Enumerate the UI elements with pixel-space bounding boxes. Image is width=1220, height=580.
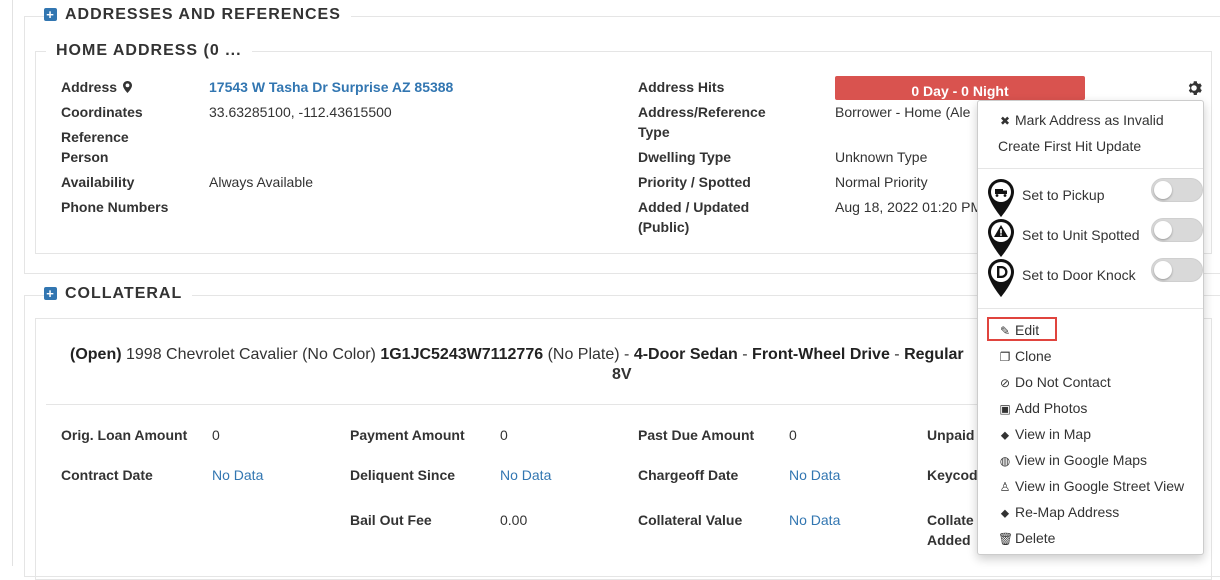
create-first-hit-update-menu-item[interactable]: Create First Hit Update [998,136,1141,156]
menu-divider [978,168,1203,169]
do-not-contact-menu-item[interactable]: ⊘ Do Not Contact [998,372,1111,393]
expand-plus-icon[interactable]: + [44,8,57,21]
edit-highlight-box [987,317,1057,341]
address-actions-menu: ✖ Mark Address as Invalid Create First Hi… [977,100,1204,555]
vehicle-summary: (Open) 1998 Chevrolet Cavalier (No Color… [70,346,964,363]
menu-divider [978,308,1203,309]
set-to-door-knock-toggle[interactable] [1151,258,1203,282]
address-label: Address [61,77,132,97]
chargeoff-date-label: Chargeoff Date [638,467,739,483]
set-to-door-knock-label: Set to Door Knock [1022,267,1136,283]
address-hits-badge: 0 Day - 0 Night [835,76,1085,100]
collateral-value-label: Collateral Value [638,512,743,528]
collateral-section-title[interactable]: + COLLATERAL [44,285,193,303]
gear-icon[interactable] [1186,80,1202,96]
set-to-unit-spotted-label: Set to Unit Spotted [1022,227,1140,243]
map-marker-icon [122,81,132,93]
photo-icon: ▣ [999,402,1011,416]
set-to-unit-spotted-toggle[interactable] [1151,218,1203,242]
contract-date-label: Contract Date [61,467,153,483]
reference-person-label: Reference Person [61,129,129,165]
globe-icon: ◍ [999,454,1011,468]
added-updated-value: Aug 18, 2022 01:20 PM [835,199,983,215]
unpaid-label: Unpaid [927,427,975,443]
set-to-pickup-toggle[interactable] [1151,178,1203,202]
orig-loan-amount-value: 0 [212,427,220,443]
orig-loan-amount-label: Orig. Loan Amount [61,427,188,443]
dwelling-type-value: Unknown Type [835,149,928,165]
deliquent-since-value[interactable]: No Data [500,465,551,485]
payment-amount-value: 0 [500,427,508,443]
phone-numbers-label: Phone Numbers [61,199,169,215]
view-in-map-menu-item[interactable]: ⬥ View in Map [998,424,1091,445]
view-in-google-street-view-menu-item[interactable]: ♙ View in Google Street View [998,476,1185,497]
dwelling-type-label: Dwelling Type [638,149,732,165]
added-updated-label: Added / Updated (Public) [638,199,750,235]
keycode-label: Keycod [927,467,978,483]
warning-pin-icon [988,219,1014,257]
contract-date-value[interactable]: No Data [212,465,263,485]
map-marker-icon: ⬥ [1000,428,1010,442]
door-pin-icon [988,259,1014,297]
collateral-added-label: Collate Added [927,512,974,548]
left-rule [12,0,13,566]
set-to-pickup-label: Set to Pickup [1022,187,1105,203]
bail-out-fee-label: Bail Out Fee [350,512,432,528]
set-to-pickup-row[interactable]: Set to Pickup [982,178,1203,218]
clone-icon: ❐ [999,350,1011,364]
truck-pin-icon [988,179,1014,217]
clone-menu-item[interactable]: ❐ Clone [998,346,1052,367]
delete-menu-item[interactable]: 🗑 Delete [998,528,1055,549]
street-view-icon: ♙ [999,480,1011,494]
address-reference-type-value: Borrower - Home (Ale [835,104,971,120]
trash-icon: 🗑 [998,532,1014,546]
chargeoff-date-value[interactable]: No Data [789,465,840,485]
addresses-section-title[interactable]: + ADDRESSES AND REFERENCES [44,6,351,24]
add-photos-menu-item[interactable]: ▣ Add Photos [998,398,1087,419]
coordinates-value: 33.63285100, -112.43615500 [209,104,392,120]
vehicle-summary-line2: 8V [612,366,632,383]
address-hits-label: Address Hits [638,79,725,95]
collateral-value-value[interactable]: No Data [789,510,840,530]
coordinates-label: Coordinates [61,104,143,120]
bail-out-fee-value: 0.00 [500,512,528,528]
re-map-address-menu-item[interactable]: ⬥ Re-Map Address [998,502,1119,523]
home-address-title: HOME ADDRESS (0 ... [46,42,252,60]
ban-icon: ⊘ [999,376,1011,390]
past-due-amount-value: 0 [789,427,797,443]
view-in-google-maps-menu-item[interactable]: ◍ View in Google Maps [998,450,1147,471]
priority-spotted-value: Normal Priority [835,174,928,190]
availability-value: Always Available [209,174,314,190]
map-marker-icon: ⬥ [1000,506,1010,520]
payment-amount-label: Payment Amount [350,427,465,443]
expand-plus-icon[interactable]: + [44,287,57,300]
set-to-door-knock-row[interactable]: Set to Door Knock [982,258,1203,298]
times-icon: ✖ [999,114,1011,128]
deliquent-since-label: Deliquent Since [350,467,456,483]
availability-label: Availability [61,174,135,190]
set-to-unit-spotted-row[interactable]: Set to Unit Spotted [982,218,1203,258]
address-link[interactable]: 17543 W Tasha Dr Surprise AZ 85388 [209,77,453,97]
priority-spotted-label: Priority / Spotted [638,174,751,190]
past-due-amount-label: Past Due Amount [638,427,755,443]
address-reference-type-label: Address/Reference Type [638,104,766,140]
mark-invalid-menu-item[interactable]: ✖ Mark Address as Invalid [998,110,1164,131]
